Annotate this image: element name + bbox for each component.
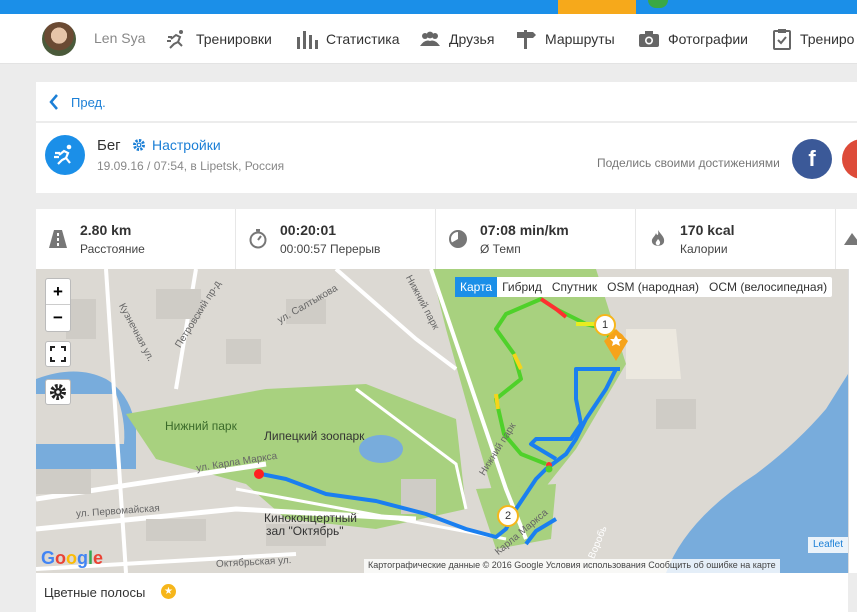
nav-item-statistics[interactable]: Статистика [296, 28, 400, 50]
stat-pace: 07:08 min/km Ø Темп [436, 209, 636, 269]
facebook-share-button[interactable]: f [792, 139, 832, 179]
km-marker-2[interactable]: 2 [497, 505, 519, 527]
top-band-green [648, 0, 668, 8]
clipboard-icon [773, 29, 791, 50]
user-name[interactable]: Len Sya [94, 30, 145, 46]
friends-icon [420, 31, 440, 46]
nav-item-photos[interactable]: Фотографии [638, 28, 748, 50]
nav-label: Трениро [800, 31, 855, 47]
back-link[interactable]: Пред. [71, 95, 106, 110]
map-label-park: Нижний парк [165, 419, 237, 433]
road-icon [49, 230, 67, 248]
gear-icon [50, 384, 66, 400]
runner-icon [167, 30, 183, 49]
stat-label: Калории [680, 242, 728, 256]
layer-option-ocm[interactable]: OCM (велосипедная) [704, 277, 832, 297]
stats-bar: 2.80 km Расстояние 00:20:01 00:00:57 Пер… [36, 209, 857, 269]
zoom-control: + − [45, 278, 71, 332]
map-label-zoo: Липецкий зоопарк [264, 429, 365, 443]
camera-icon [639, 31, 659, 47]
map-settings-button[interactable] [45, 379, 71, 405]
pace-icon [449, 230, 467, 248]
map-layer-switcher: Карта Гибрид Спутник OSM (народная) OCM … [455, 277, 833, 297]
nav-label: Фотографии [668, 31, 749, 47]
nav-label: Маршруты [545, 31, 615, 47]
stat-label: Ø Темп [480, 242, 521, 256]
nav-label: Тренировки [196, 31, 272, 47]
google-logo: Google [41, 548, 104, 568]
nav-item-training-plans[interactable]: Трениро [772, 28, 854, 50]
flame-icon [651, 230, 665, 246]
stat-label: 00:00:57 Перерыв [280, 242, 381, 256]
settings-label: Настройки [152, 137, 221, 153]
activity-date-location: 19.09.16 / 07:54, в Lipetsk, Россия [97, 159, 285, 173]
stat-label: Расстояние [80, 242, 145, 256]
share-prompt: Поделись своими достижениями [597, 156, 780, 170]
layer-option-map[interactable]: Карта [455, 277, 498, 297]
map-label-cinema-2: зал "Октябрь" [266, 524, 344, 538]
back-row: Пред. [36, 82, 857, 122]
zoom-out-button[interactable]: − [46, 305, 70, 331]
stat-value: 170 kcal [680, 222, 735, 238]
top-color-band [0, 0, 857, 14]
chevron-left-icon[interactable] [48, 93, 60, 111]
elevation-icon [844, 233, 857, 245]
nav-label: Статистика [326, 31, 400, 47]
premium-star-icon: ★ [161, 584, 176, 599]
stat-value: 00:20:01 [280, 222, 337, 238]
layer-option-osm[interactable]: OSM (народная) [602, 277, 704, 297]
layer-option-hybrid[interactable]: Гибрид [497, 277, 547, 297]
nav-label: Друзья [449, 31, 495, 47]
google-share-button[interactable] [842, 139, 857, 179]
activity-type-badge [45, 135, 85, 175]
fullscreen-button[interactable] [45, 341, 71, 367]
map-label-cinema-1: Киноконцертный [264, 511, 357, 525]
stat-value: 07:08 min/km [480, 222, 569, 238]
nav-item-routes[interactable]: Маршруты [515, 28, 615, 50]
color-bands-row: Цветные полосы ★ [36, 573, 848, 612]
stat-duration: 00:20:01 00:00:57 Перерыв [236, 209, 436, 269]
zoom-in-button[interactable]: + [46, 279, 70, 305]
avatar[interactable] [42, 22, 76, 56]
map-attribution[interactable]: Картографические данные © 2016 Google Ус… [364, 559, 780, 573]
nav-item-friends[interactable]: Друзья [419, 28, 494, 50]
bar-chart-icon [297, 31, 318, 49]
color-bands-label: Цветные полосы [44, 585, 146, 600]
gear-icon [133, 139, 145, 151]
activity-header: Бег Настройки 19.09.16 / 07:54, в Lipets… [36, 123, 857, 193]
top-navbar: Len Sya Тренировки Статистика Друзья Мар… [0, 14, 857, 64]
signpost-icon [517, 30, 536, 49]
runner-icon [54, 144, 72, 165]
stat-calories: 170 kcal Калории [636, 209, 836, 269]
activity-settings-link[interactable]: Настройки [132, 137, 221, 153]
stat-value: 2.80 km [80, 222, 132, 238]
stat-distance: 2.80 km Расстояние [36, 209, 236, 269]
map-background [36, 269, 848, 573]
leaflet-link[interactable]: Leaflet [807, 537, 848, 553]
layer-option-satellite[interactable]: Спутник [547, 277, 602, 297]
activity-title: Бег [97, 137, 121, 154]
km-marker-1[interactable]: 1 [594, 314, 616, 336]
fullscreen-icon [50, 346, 66, 362]
nav-item-workouts[interactable]: Тренировки [166, 28, 272, 50]
top-band-yellow [558, 0, 636, 14]
stopwatch-icon [249, 229, 267, 249]
route-map[interactable]: 1 2 Нижний парк Липецкий зоопарк Кинокон… [36, 269, 848, 573]
right-panel-edge [848, 269, 857, 573]
